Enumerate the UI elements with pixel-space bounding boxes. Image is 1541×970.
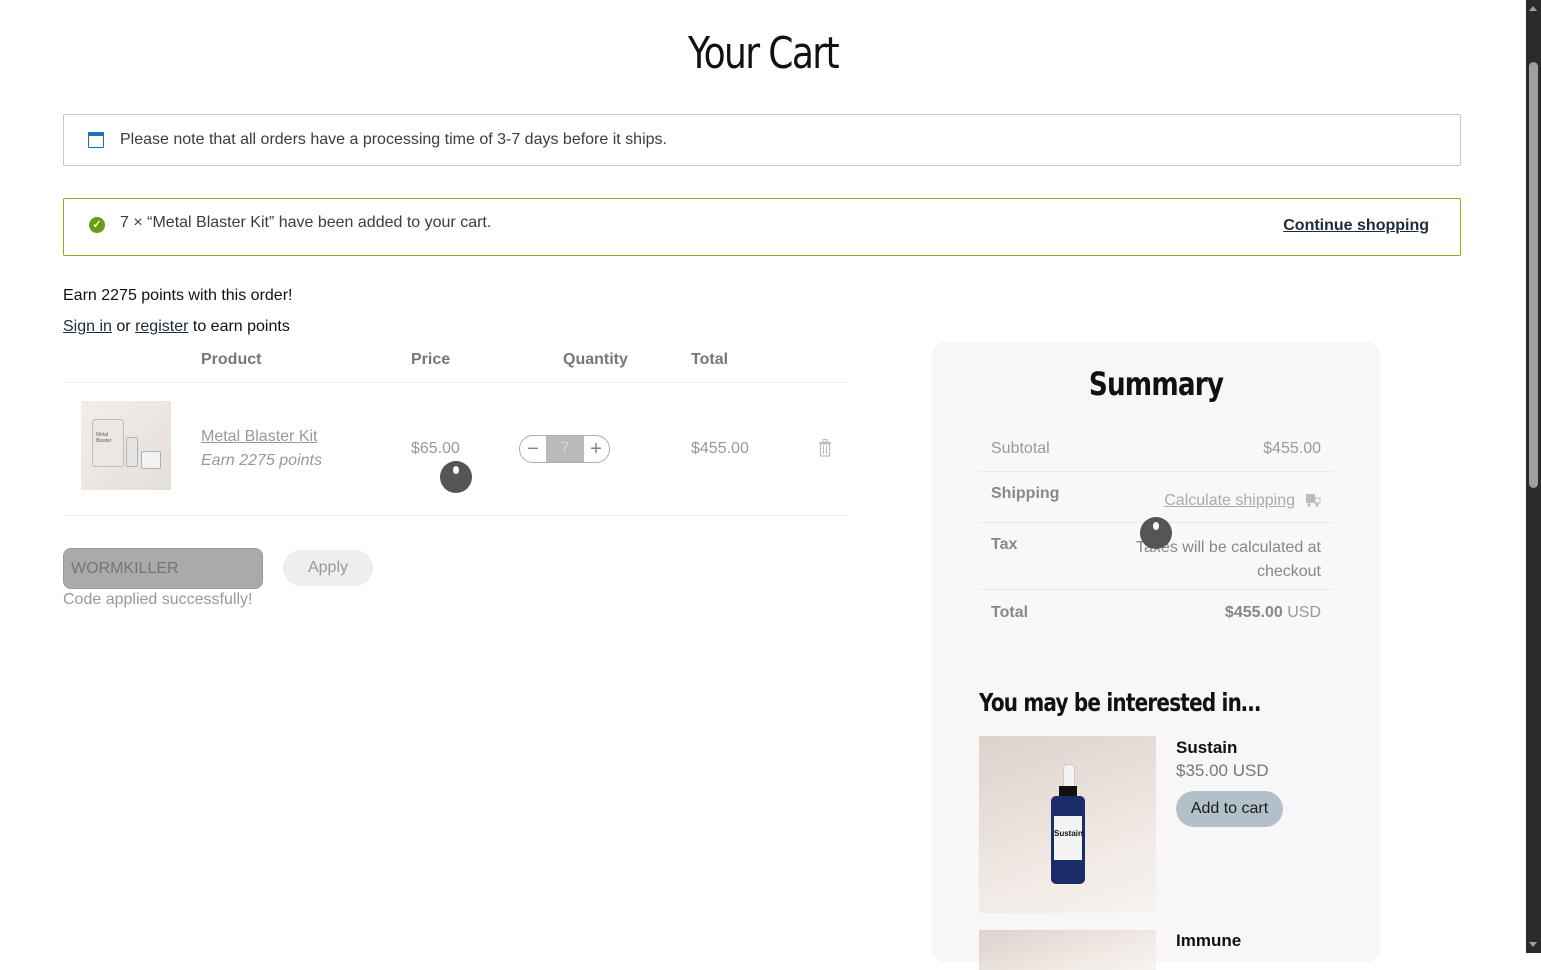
coupon-input[interactable] [63, 548, 263, 589]
page-title: Your Cart [687, 28, 840, 79]
quantity-stepper: − + [519, 435, 610, 463]
pointer-indicator [1140, 517, 1172, 549]
total-amount: $455.00 [1224, 604, 1283, 621]
add-to-cart-button[interactable]: Add to cart [1176, 791, 1283, 827]
apply-coupon-button[interactable]: Apply [283, 550, 373, 586]
header-quantity: Quantity [563, 351, 628, 368]
minus-icon[interactable]: − [520, 436, 546, 462]
scroll-down-arrow[interactable] [1529, 942, 1537, 947]
total-row: Total $455.00 USD [979, 590, 1333, 638]
scrollbar-thumb[interactable] [1529, 62, 1538, 488]
plus-icon[interactable]: + [583, 436, 609, 462]
tax-label: Tax [991, 536, 1018, 553]
divider [63, 382, 848, 383]
shipping-label: Shipping [991, 485, 1060, 502]
calculate-shipping-link[interactable]: Calculate shipping [1164, 492, 1321, 510]
header-price: Price [411, 351, 451, 368]
product-points: Earn 2275 points [201, 452, 322, 469]
line-total: $455.00 [691, 440, 749, 457]
recommended-product-name[interactable]: Sustain [1176, 738, 1237, 758]
truck-icon[interactable] [1305, 493, 1321, 507]
product-name-link[interactable]: Metal Blaster Kit [201, 428, 317, 446]
coupon-message: Code applied successfully! [63, 591, 253, 608]
sign-in-link[interactable]: Sign in [63, 318, 112, 335]
product-image-immune[interactable] [979, 930, 1156, 970]
subtotal-value: $455.00 [1263, 440, 1321, 457]
quantity-input[interactable] [546, 436, 584, 462]
total-label: Total [991, 604, 1029, 621]
product-thumbnail[interactable]: Metal Blaster [81, 401, 171, 490]
header-total: Total [691, 351, 729, 368]
or-text: or [116, 318, 131, 335]
subtotal-label: Subtotal [991, 440, 1050, 457]
subtotal-row: Subtotal $455.00 [979, 429, 1333, 472]
tax-value: Taxes will be calculated at checkout [1136, 539, 1321, 580]
check-circle-icon: ✓ [89, 217, 105, 233]
earn-suffix-text: to earn points [192, 318, 290, 335]
continue-shopping-link[interactable]: Continue shopping [1283, 217, 1429, 235]
calendar-icon [88, 132, 104, 148]
added-to-cart-notice: ✓ 7 × “Metal Blaster Kit” have been adde… [63, 198, 1461, 256]
order-summary-panel: Summary Subtotal $455.00 Shipping Calcul… [932, 342, 1380, 970]
divider [63, 515, 848, 516]
page-scrollbar[interactable] [1526, 0, 1541, 953]
summary-title: Summary [1088, 365, 1224, 403]
trash-icon[interactable] [818, 439, 832, 457]
processing-notice-text: Please note that all orders have a proce… [120, 131, 667, 148]
added-to-cart-text: 7 × “Metal Blaster Kit” have been added … [120, 214, 492, 231]
recommended-product-price: $35.00 USD [1176, 761, 1269, 780]
register-link[interactable]: register [135, 318, 188, 335]
sign-in-line: Sign in or register to earn points [63, 318, 290, 336]
recommendations-title: You may be interested in… [979, 688, 1261, 717]
processing-notice: Please note that all orders have a proce… [63, 114, 1461, 166]
product-price: $65.00 [411, 440, 460, 457]
shipping-row: Shipping Calculate shipping [979, 472, 1333, 523]
product-image-sustain[interactable]: Sustain [979, 736, 1156, 913]
earn-points-text: Earn 2275 points with this order! [63, 287, 293, 304]
recommended-product-name[interactable]: Immune [1176, 931, 1241, 951]
total-currency: USD [1287, 604, 1321, 621]
total-value: $455.00 USD [1225, 604, 1321, 622]
scroll-up-arrow[interactable] [1529, 6, 1537, 11]
pointer-indicator [440, 461, 472, 493]
header-product: Product [201, 351, 262, 368]
